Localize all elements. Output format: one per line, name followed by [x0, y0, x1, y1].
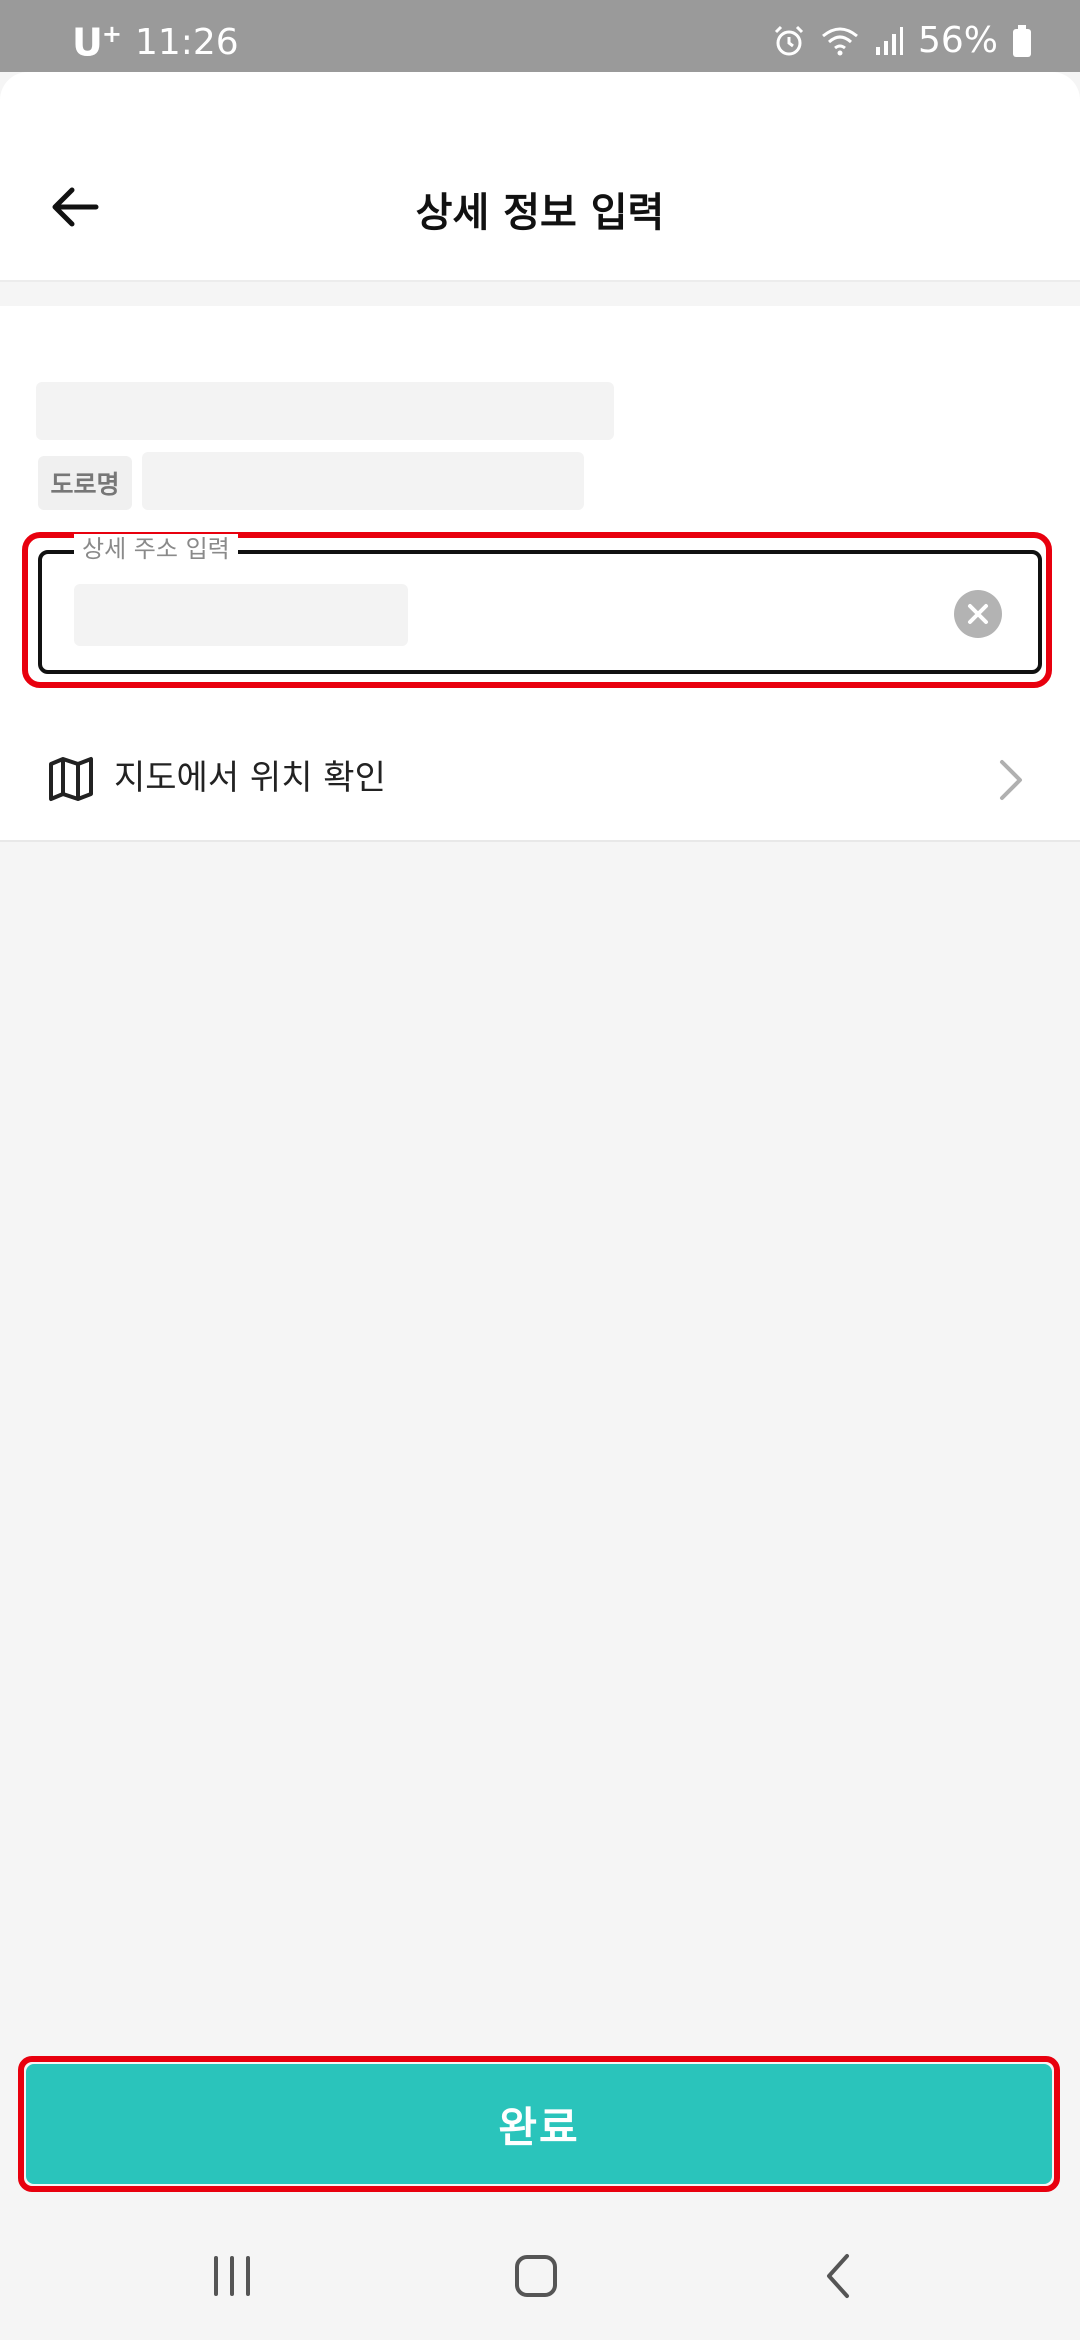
- system-nav-bar: [0, 2210, 1080, 2340]
- complete-button[interactable]: 완료: [26, 2064, 1052, 2184]
- map-link-label: 지도에서 위치 확인: [114, 758, 386, 798]
- status-time: 11:26: [134, 21, 239, 63]
- chevron-right-icon: [1000, 760, 1022, 800]
- wifi-icon: [820, 24, 860, 58]
- battery-icon: [1012, 24, 1032, 58]
- carrier-sup: +: [101, 20, 122, 48]
- carrier-text: U: [72, 20, 103, 65]
- map-location-link[interactable]: 지도에서 위치 확인: [0, 718, 1080, 838]
- recent-apps-icon: [214, 2256, 250, 2296]
- address-line: [36, 382, 614, 440]
- page-title: 상세 정보 입력: [415, 190, 665, 236]
- detail-sheet: 상세 정보 입력 도로명 상세 주소 입력 지도에서 위치 확인: [0, 72, 1080, 2210]
- map-icon: [49, 757, 93, 801]
- road-address-value: [142, 452, 584, 510]
- detail-address-label: 상세 주소 입력: [74, 534, 238, 564]
- nav-back-button[interactable]: [798, 2246, 878, 2306]
- home-icon: [515, 2255, 557, 2297]
- detail-address-value: [74, 584, 408, 646]
- address-card: 도로명 상세 주소 입력 지도에서 위치 확인: [0, 306, 1080, 842]
- signal-icon: [874, 25, 904, 57]
- clear-button[interactable]: [954, 590, 1002, 638]
- alarm-icon: [772, 24, 806, 58]
- app-header: 상세 정보 입력: [0, 72, 1080, 282]
- battery-text: 56%: [917, 20, 998, 61]
- status-left: U+ 11:26: [72, 20, 239, 65]
- home-button[interactable]: [496, 2246, 576, 2306]
- road-name-badge: 도로명: [38, 456, 132, 510]
- clear-circle-icon: [968, 604, 988, 624]
- recent-apps-button[interactable]: [192, 2246, 272, 2306]
- status-bar: U+ 11:26 56%: [0, 0, 1080, 72]
- nav-back-icon: [827, 2254, 849, 2298]
- carrier-label: U+: [72, 20, 122, 65]
- status-right: 56%: [772, 20, 1032, 61]
